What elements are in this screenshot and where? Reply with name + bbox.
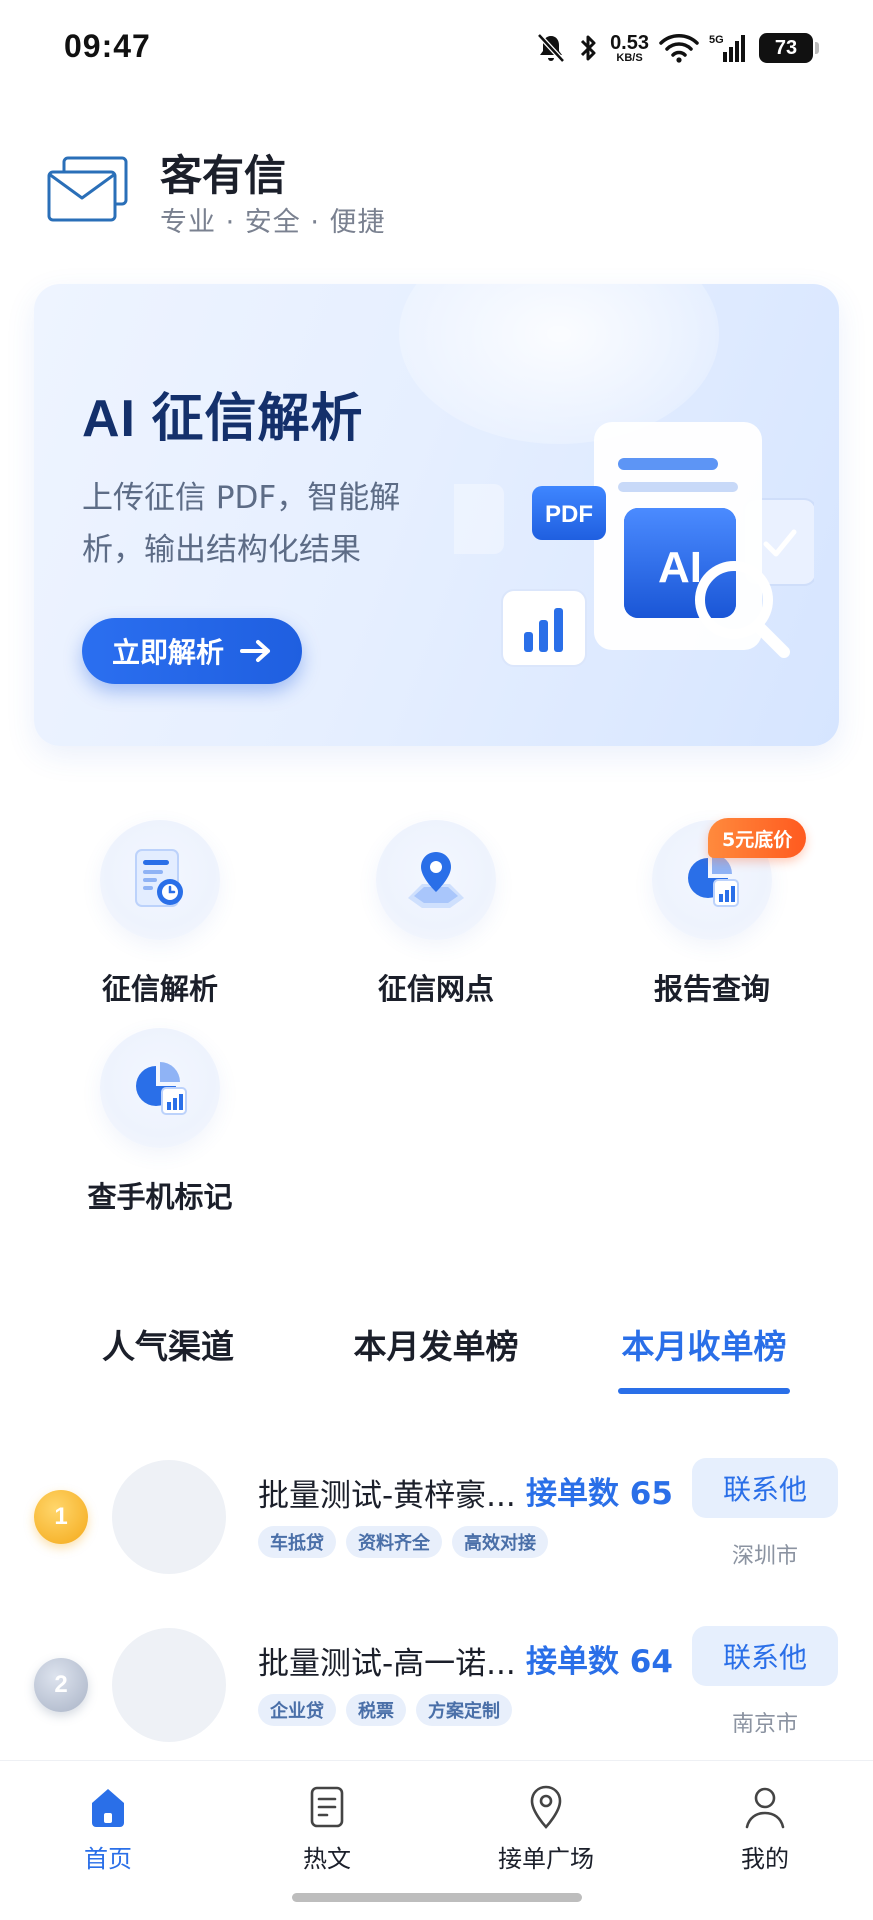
nav-label: 接单广场 (498, 1845, 594, 1873)
arrow-right-icon (240, 640, 270, 662)
home-icon (84, 1783, 132, 1831)
ranking-tabs: 人气渠道 本月发单榜 本月收单榜 (0, 1320, 873, 1400)
avatar (112, 1628, 226, 1742)
tag-list: 企业贷 税票 方案定制 (258, 1694, 512, 1726)
net-speed: 0.53 KB/S (610, 30, 649, 66)
nav-home[interactable]: 首页 (38, 1783, 178, 1883)
analyze-now-button[interactable]: 立即解析 (82, 618, 302, 684)
status-time: 09:47 (64, 28, 151, 64)
quick-entry-credit-analysis[interactable]: 征信解析 (60, 800, 260, 1006)
avatar (112, 1460, 226, 1574)
article-icon (303, 1783, 351, 1831)
analyze-now-label: 立即解析 (111, 636, 224, 669)
agent-name: 批量测试-黄梓豪... (258, 1478, 516, 1514)
status-bar: 09:47 0.53 KB/S 5G 73 (0, 0, 873, 96)
ai-card-label: AI (658, 543, 702, 592)
app-name: 客有信 (160, 151, 287, 200)
net-speed-unit: KB/S (616, 51, 643, 64)
tab-popular-channels[interactable]: 人气渠道 (48, 1320, 288, 1368)
list-item[interactable]: 1 批量测试-黄梓豪... 接单数 65 车抵贷 资料齐全 高效对接 联系他 深… (0, 1440, 873, 1580)
app-slogan: 专业 · 安全 · 便捷 (160, 207, 386, 238)
tag-list: 车抵贷 资料齐全 高效对接 (258, 1526, 548, 1558)
tag: 税票 (346, 1694, 406, 1726)
contact-button[interactable]: 联系他 (692, 1626, 838, 1686)
rank-medal-gold: 1 (34, 1490, 88, 1544)
home-indicator[interactable] (292, 1893, 582, 1902)
quick-entry-label: 报告查询 (653, 972, 770, 1006)
agent-name: 批量测试-高一诺... (258, 1646, 516, 1682)
user-icon (741, 1783, 789, 1831)
contact-button[interactable]: 联系他 (692, 1458, 838, 1518)
banner-illustration: AI PDF (374, 404, 817, 704)
status-icons: 0.53 KB/S 5G 73 (536, 30, 819, 66)
nav-profile[interactable]: 我的 (695, 1783, 835, 1883)
tab-monthly-receive-ranking[interactable]: 本月收单榜 (584, 1320, 824, 1368)
nav-articles[interactable]: 热文 (257, 1783, 397, 1883)
order-count: 接单数 65 (526, 1476, 673, 1512)
map-pin-icon (404, 846, 468, 914)
tag: 企业贷 (258, 1694, 336, 1726)
tag: 方案定制 (416, 1694, 512, 1726)
brand-header: 客有信 专业 · 安全 · 便捷 (46, 140, 646, 240)
quick-entry-label: 征信解析 (101, 972, 218, 1006)
mute-icon (536, 30, 566, 66)
tag: 车抵贷 (258, 1526, 336, 1558)
net-speed-value: 0.53 (610, 31, 649, 54)
quick-entry-label: 查手机标记 (87, 1180, 233, 1214)
signal-label: 5G (709, 34, 724, 46)
nav-order-plaza[interactable]: 接单广场 (476, 1783, 616, 1883)
price-badge: 5元底价 (708, 818, 807, 858)
order-count: 接单数 64 (526, 1644, 673, 1680)
pdf-tag-label: PDF (545, 501, 593, 528)
list-item[interactable]: 2 批量测试-高一诺... 接单数 64 企业贷 税票 方案定制 联系他 南京市 (0, 1608, 873, 1748)
rank-medal-silver: 2 (34, 1658, 88, 1712)
bluetooth-icon (576, 30, 600, 66)
pie-chart-icon (128, 1054, 192, 1122)
city-label: 南京市 (731, 1712, 798, 1737)
wifi-icon (659, 30, 699, 66)
envelope-icon (46, 154, 130, 226)
nav-label: 热文 (303, 1845, 351, 1873)
battery-icon: 73 (759, 30, 819, 66)
quick-entry-credit-outlets[interactable]: 征信网点 (336, 800, 536, 1006)
tag: 资料齐全 (346, 1526, 442, 1558)
active-tab-indicator (618, 1388, 790, 1394)
city-label: 深圳市 (731, 1544, 798, 1569)
nav-label: 我的 (741, 1845, 789, 1873)
banner-description: 上传征信 PDF，智能解析，输出结构化结果 (82, 480, 401, 568)
signal-icon: 5G (709, 30, 749, 66)
banner-title: AI 征信解析 (82, 390, 364, 448)
quick-entry-phone-tag-lookup[interactable]: 查手机标记 (60, 1008, 260, 1214)
quick-entry-label: 征信网点 (377, 972, 494, 1006)
battery-level: 73 (774, 36, 798, 59)
tag: 高效对接 (452, 1526, 548, 1558)
credit-report-icon (128, 846, 192, 914)
ai-banner[interactable]: AI 征信解析 上传征信 PDF，智能解析，输出结构化结果 立即解析 AI PD… (34, 284, 839, 746)
location-icon (522, 1783, 570, 1831)
nav-label: 首页 (84, 1845, 132, 1873)
tab-monthly-send-ranking[interactable]: 本月发单榜 (316, 1320, 556, 1368)
